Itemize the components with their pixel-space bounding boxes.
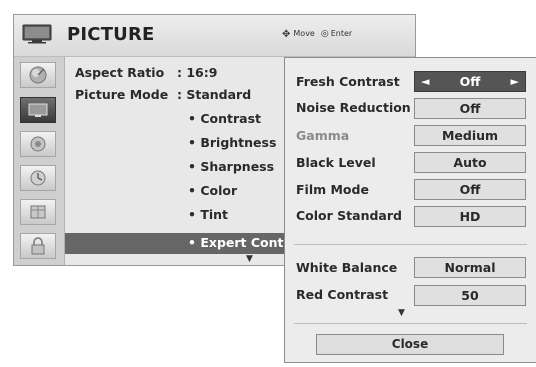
menu-item-color[interactable]: • Color	[188, 183, 237, 198]
aspect-ratio-value: : 16:9	[177, 65, 218, 80]
sidebar-item-picture[interactable]	[20, 97, 56, 123]
aspect-ratio-label[interactable]: Aspect Ratio	[75, 65, 164, 80]
satellite-dish-icon	[29, 66, 47, 84]
film-mode-value[interactable]: Off	[414, 179, 526, 200]
menu-item-tint[interactable]: • Tint	[188, 207, 228, 222]
audio-speaker-icon	[30, 136, 46, 152]
picture-tv-icon	[28, 103, 48, 117]
sidebar-item-lock[interactable]	[20, 233, 56, 259]
divider	[294, 323, 527, 324]
enter-label: Enter	[330, 29, 353, 38]
expert-control-popup: Fresh Contrast ◄ Off ► Noise Reduction O…	[284, 57, 536, 363]
menu-header: PICTURE ✥ Move ◎ Enter	[14, 15, 415, 57]
noise-reduction-label: Noise Reduction	[296, 100, 411, 115]
sidebar-item-time[interactable]	[20, 165, 56, 191]
color-standard-label: Color Standard	[296, 208, 402, 223]
white-balance-label: White Balance	[296, 260, 398, 275]
arrow-right-icon[interactable]: ►	[511, 72, 519, 91]
option-grid-icon	[30, 205, 46, 219]
menu-item-sharpness[interactable]: • Sharpness	[188, 159, 274, 174]
black-level-label: Black Level	[296, 155, 376, 170]
sidebar-item-audio[interactable]	[20, 131, 56, 157]
nav-hint: ✥ Move ◎ Enter	[282, 29, 352, 40]
arrow-left-icon[interactable]: ◄	[421, 72, 429, 91]
menu-title: PICTURE	[67, 24, 155, 45]
fresh-contrast-label: Fresh Contrast	[296, 74, 400, 89]
red-contrast-label: Red Contrast	[296, 287, 389, 302]
picture-mode-value: : Standard	[177, 87, 252, 102]
black-level-value[interactable]: Auto	[414, 152, 526, 173]
menu-item-brightness[interactable]: • Brightness	[188, 135, 276, 150]
tv-icon	[22, 24, 52, 44]
gamma-label: Gamma	[296, 128, 350, 143]
sidebar-item-option[interactable]	[20, 199, 56, 225]
popup-scroll-down-icon[interactable]: ▼	[398, 308, 405, 318]
film-mode-label: Film Mode	[296, 182, 369, 197]
fresh-contrast-value: Off	[459, 74, 481, 89]
noise-reduction-value[interactable]: Off	[414, 98, 526, 119]
menu-item-contrast[interactable]: • Contrast	[188, 111, 261, 126]
red-contrast-value[interactable]: 50	[414, 285, 526, 306]
scroll-down-arrow-icon[interactable]: ▼	[246, 254, 253, 264]
move-label: Move	[293, 29, 315, 38]
clock-icon	[30, 170, 46, 186]
enter-circle-icon: ◎	[320, 29, 329, 39]
lock-icon	[31, 237, 45, 255]
fresh-contrast-selector[interactable]: ◄ Off ►	[414, 71, 526, 92]
gamma-value[interactable]: Medium	[414, 125, 526, 146]
move-arrows-icon: ✥	[282, 29, 291, 40]
menu-item-expert-control-label: • Expert Cont	[188, 235, 284, 250]
close-button[interactable]: Close	[316, 334, 504, 355]
sidebar-item-setup[interactable]	[20, 62, 56, 88]
menu-sidebar	[14, 57, 65, 265]
white-balance-value[interactable]: Normal	[414, 257, 526, 278]
divider	[294, 244, 527, 245]
color-standard-value[interactable]: HD	[414, 206, 526, 227]
picture-mode-label[interactable]: Picture Mode	[75, 87, 168, 102]
